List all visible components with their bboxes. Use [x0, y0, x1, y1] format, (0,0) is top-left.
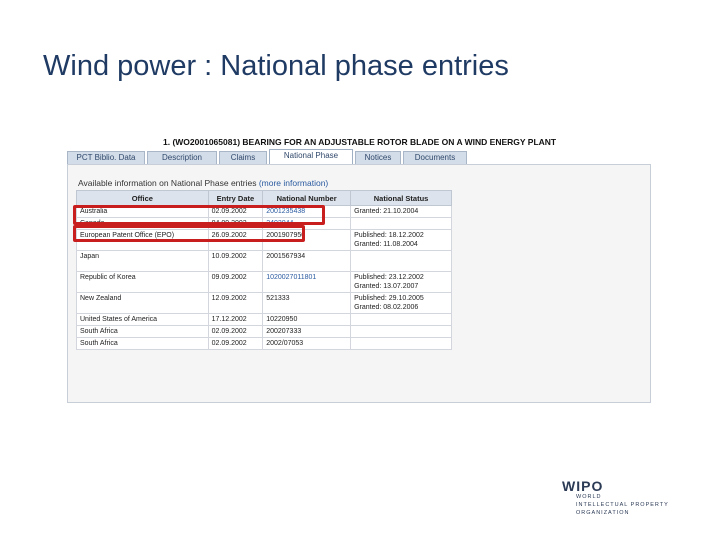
- column-header-national-number[interactable]: National Number: [262, 190, 352, 206]
- status-cell: [350, 337, 452, 350]
- entry-date-cell: 02.09.2002: [207, 325, 264, 338]
- table-row: New Zealand 12.09.2002 521333 Published:…: [76, 292, 452, 314]
- status-cell: Published: 23.12.2002 Granted: 13.07.2007: [350, 271, 452, 293]
- national-number-cell: 10220950: [262, 313, 352, 326]
- column-header-national-status[interactable]: National Status: [350, 190, 452, 206]
- status-line: Published: 29.10.2005: [354, 295, 424, 302]
- available-info-label: Available information on National Phase …: [78, 178, 328, 188]
- table-row: Republic of Korea 09.09.2002 10200270118…: [76, 271, 452, 293]
- status-line: Granted: 21.10.2004: [354, 208, 419, 215]
- table-row: Japan 10.09.2002 2001567934: [76, 250, 452, 272]
- highlight-box-australia: [73, 205, 325, 225]
- available-info-text: Available information on National Phase …: [78, 178, 257, 188]
- wipo-logo-line: INTELLECTUAL PROPERTY: [576, 502, 669, 508]
- status-line: Granted: 13.07.2007: [354, 283, 419, 290]
- entry-date-cell: 12.09.2002: [207, 292, 264, 314]
- national-number-cell: 2001567934: [262, 250, 352, 272]
- table-row: South Africa 02.09.2002 200207333: [76, 325, 452, 338]
- status-line: Granted: 11.08.2004: [354, 241, 418, 248]
- entry-date-cell: 17.12.2002: [207, 313, 264, 326]
- status-cell: Granted: 21.10.2004: [350, 205, 452, 218]
- office-cell: Japan: [76, 250, 209, 272]
- national-number-cell: 2002/07053: [262, 337, 352, 350]
- tab-pct-biblio-data[interactable]: PCT Biblio. Data: [67, 151, 145, 164]
- wipo-logo-text: WORLD INTELLECTUAL PROPERTY ORGANIZATION: [576, 493, 669, 517]
- office-cell: Republic of Korea: [76, 271, 209, 293]
- national-number-cell: 521333: [262, 292, 352, 314]
- status-cell: Published: 29.10.2005 Granted: 08.02.2006: [350, 292, 452, 314]
- entry-date-cell: 02.09.2002: [207, 337, 264, 350]
- national-phase-panel: Available information on National Phase …: [67, 164, 651, 403]
- table-row: United States of America 17.12.2002 1022…: [76, 313, 452, 326]
- entry-date-cell: 10.09.2002: [207, 250, 264, 272]
- status-line: Granted: 08.02.2006: [354, 304, 419, 311]
- status-cell: [350, 217, 452, 230]
- table-row: South Africa 02.09.2002 2002/07053: [76, 337, 452, 350]
- tab-bar: PCT Biblio. Data Description Claims Nati…: [67, 149, 651, 165]
- office-cell: South Africa: [76, 337, 209, 350]
- tab-description[interactable]: Description: [147, 151, 217, 164]
- office-cell: New Zealand: [76, 292, 209, 314]
- national-number-link[interactable]: 1020027011801: [262, 271, 352, 293]
- status-line: Published: 23.12.2002: [354, 274, 424, 281]
- wipo-logo-line: ORGANIZATION: [576, 510, 630, 516]
- tab-claims[interactable]: Claims: [219, 151, 267, 164]
- tab-notices[interactable]: Notices: [355, 151, 401, 164]
- wipo-logo-line: WORLD: [576, 494, 602, 500]
- office-cell: South Africa: [76, 325, 209, 338]
- wipo-logo: WIPO WORLD INTELLECTUAL PROPERTY ORGANIZ…: [562, 478, 692, 518]
- office-cell: United States of America: [76, 313, 209, 326]
- wipo-logo-mark: WIPO: [562, 478, 604, 494]
- record-title: 1. (WO2001065081) BEARING FOR AN ADJUSTA…: [163, 137, 557, 147]
- table-header-row: Office Entry Date National Number Nation…: [76, 190, 452, 206]
- entry-date-cell: 09.09.2002: [207, 271, 264, 293]
- column-header-entry-date[interactable]: Entry Date: [207, 190, 264, 206]
- national-number-cell: 200207333: [262, 325, 352, 338]
- status-line: Published: 18.12.2002: [354, 232, 424, 239]
- status-cell: Published: 18.12.2002 Granted: 11.08.2004: [350, 229, 452, 251]
- status-cell: [350, 250, 452, 272]
- status-cell: [350, 325, 452, 338]
- tab-documents[interactable]: Documents: [403, 151, 467, 164]
- highlight-box-canada: [73, 225, 305, 242]
- patentscope-screenshot: 1. (WO2001065081) BEARING FOR AN ADJUSTA…: [67, 133, 651, 403]
- tab-national-phase[interactable]: National Phase: [269, 149, 353, 165]
- slide-title: Wind power : National phase entries: [43, 50, 509, 82]
- status-cell: [350, 313, 452, 326]
- column-header-office[interactable]: Office: [76, 190, 209, 206]
- more-information-link[interactable]: (more information): [259, 178, 328, 188]
